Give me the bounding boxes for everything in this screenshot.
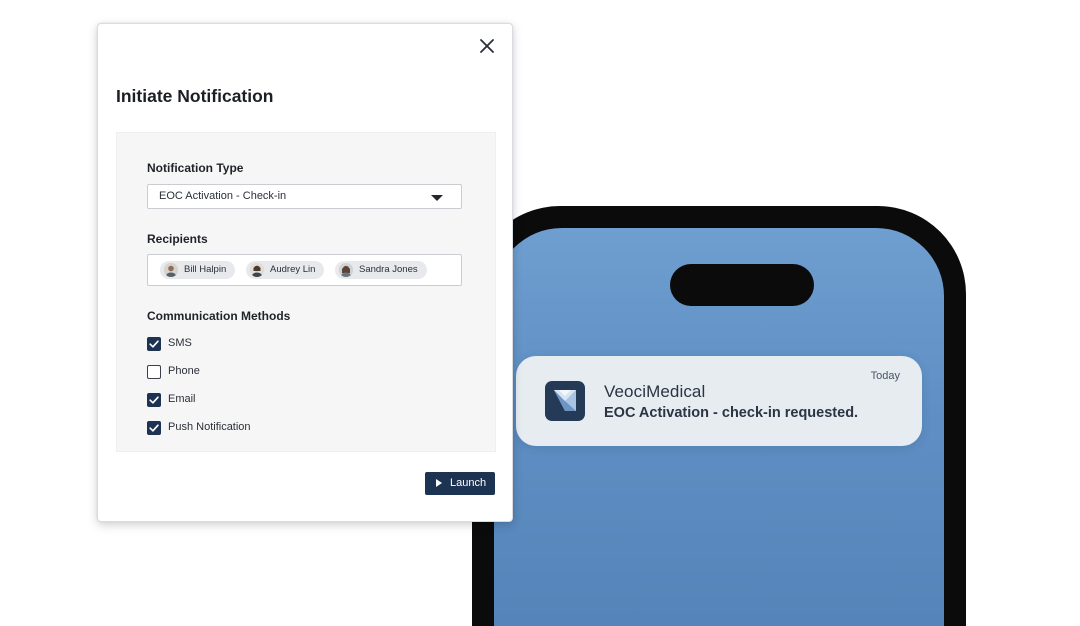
notification-type-select[interactable]: EOC Activation - Check-in: [147, 184, 462, 209]
initiate-notification-dialog: Initiate Notification Notification Type …: [97, 23, 513, 522]
notification-type-value: EOC Activation - Check-in: [159, 190, 287, 202]
avatar: [164, 263, 178, 277]
recipients-label: Recipients: [147, 232, 208, 246]
avatar: [250, 263, 264, 277]
method-label: Phone: [168, 365, 200, 377]
method-label: Email: [168, 393, 196, 405]
recipient-chip[interactable]: Audrey Lin: [246, 261, 325, 279]
veoci-app-icon: [545, 381, 585, 421]
notification-message: EOC Activation - check-in requested.: [604, 405, 859, 421]
recipient-chip[interactable]: Sandra Jones: [335, 261, 427, 279]
launch-label: Launch: [450, 477, 487, 489]
caret-down-icon: [431, 195, 443, 201]
notification-time: Today: [870, 370, 900, 382]
checkbox-checked[interactable]: [147, 421, 161, 435]
checkbox-checked[interactable]: [147, 393, 161, 407]
notification-type-label: Notification Type: [147, 161, 244, 175]
checkbox-checked[interactable]: [147, 337, 161, 351]
recipients-field[interactable]: Bill Halpin Audrey Lin Sandra Jones: [147, 254, 462, 286]
checkmark-icon: [149, 396, 159, 404]
close-button[interactable]: [477, 36, 497, 56]
recipient-chip[interactable]: Bill Halpin: [160, 261, 236, 279]
checkbox-unchecked[interactable]: [147, 365, 161, 379]
dialog-title: Initiate Notification: [116, 86, 274, 106]
form-panel: Notification Type EOC Activation - Check…: [116, 132, 496, 452]
notification-app-name: VeociMedical: [604, 382, 706, 401]
communication-methods-label: Communication Methods: [147, 309, 291, 323]
checkmark-icon: [149, 424, 159, 432]
close-icon: [480, 39, 494, 53]
recipient-name: Sandra Jones: [359, 264, 418, 275]
dynamic-island: [670, 264, 814, 306]
method-label: SMS: [168, 337, 192, 349]
checkmark-icon: [149, 340, 159, 348]
launch-button[interactable]: Launch: [425, 472, 495, 495]
recipient-name: Bill Halpin: [184, 264, 227, 275]
push-notification-card[interactable]: VeociMedical EOC Activation - check-in r…: [516, 356, 922, 446]
play-icon: [436, 479, 442, 487]
method-label: Push Notification: [168, 421, 251, 433]
avatar: [339, 263, 353, 277]
recipient-name: Audrey Lin: [270, 264, 316, 275]
